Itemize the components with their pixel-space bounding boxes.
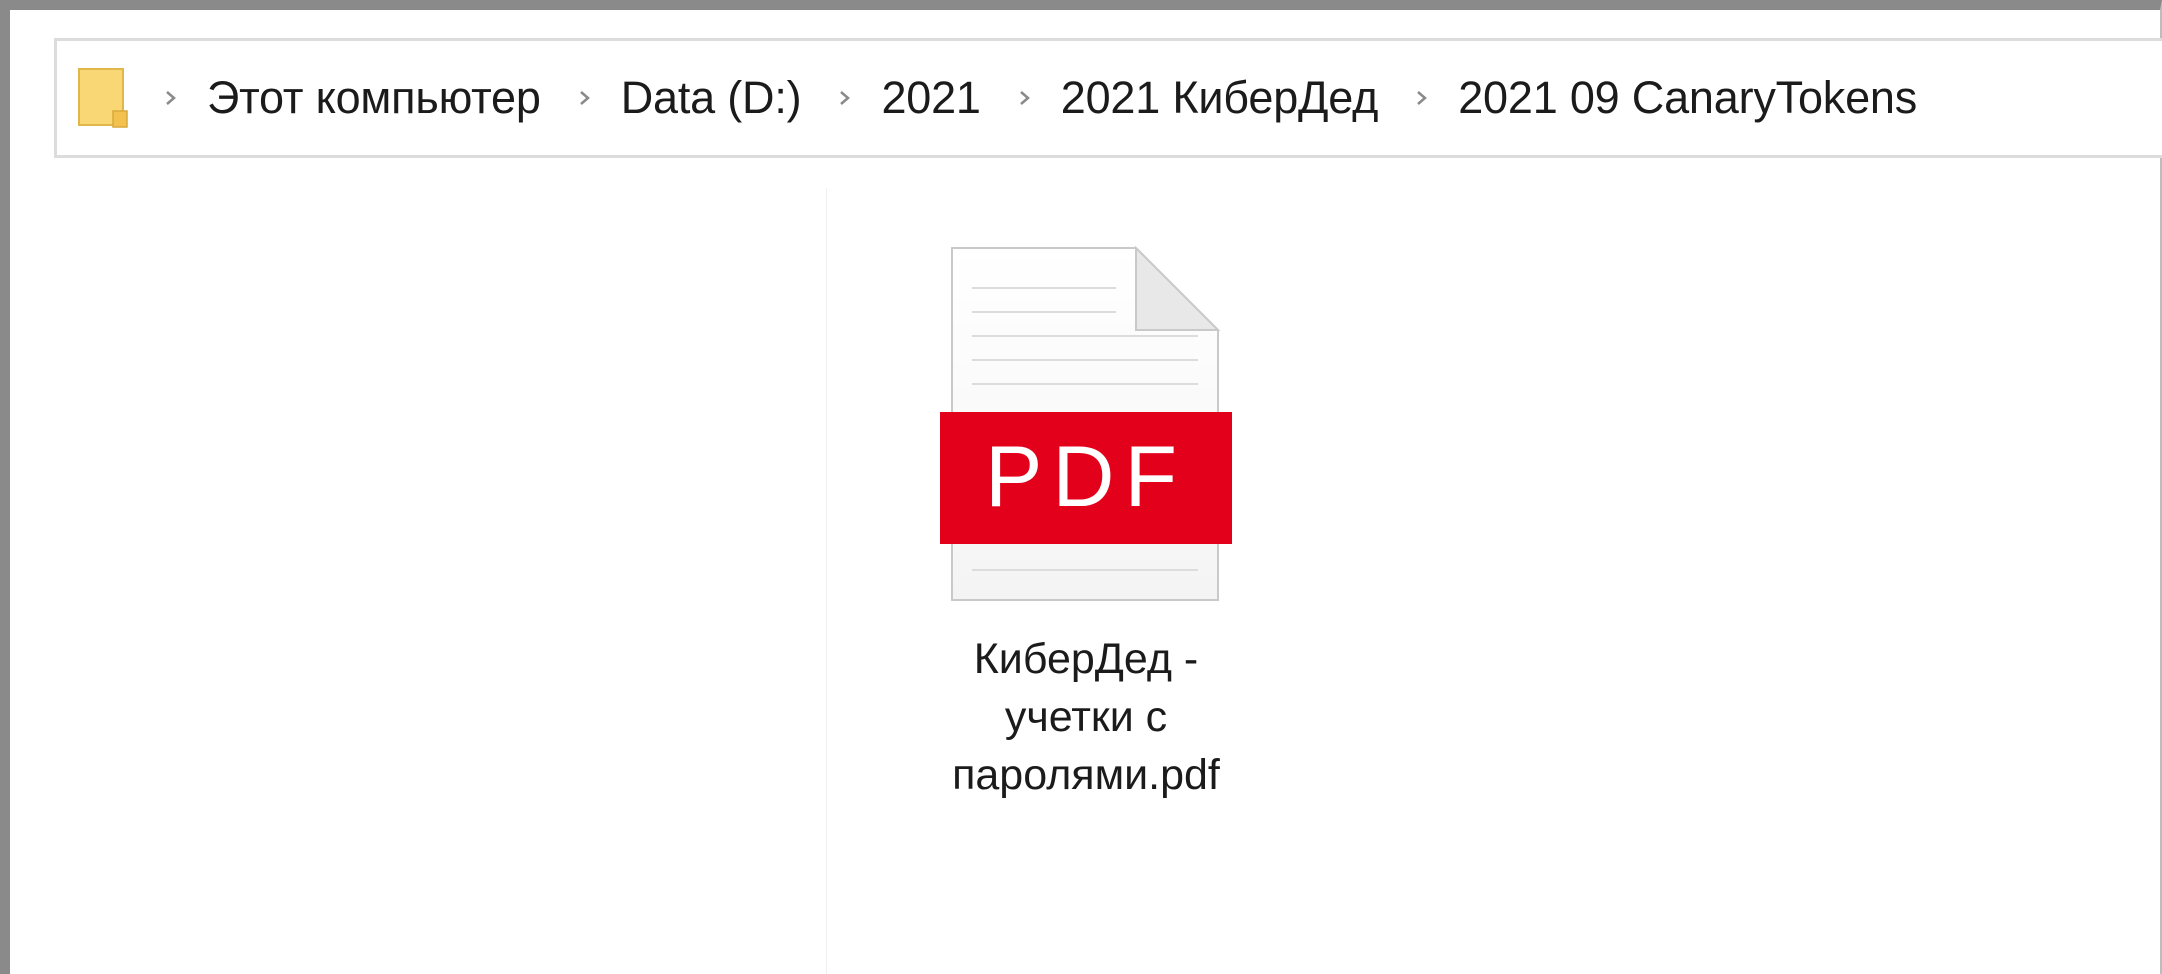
breadcrumb-item-2021[interactable]: 2021 [881,72,981,124]
chevron-right-icon[interactable] [831,84,859,112]
chevron-right-icon[interactable] [1408,84,1436,112]
address-bar[interactable]: Этот компьютер Data (D:) 2021 2021 Кибер… [54,38,2162,158]
file-item[interactable]: PDF КиберДед - учетки с паролями.pdf [916,244,1256,804]
chevron-right-icon[interactable] [571,84,599,112]
folder-icon [78,68,128,128]
chevron-right-icon[interactable] [1011,84,1039,112]
pdf-file-icon: PDF [940,245,1232,601]
file-name-line: паролями.pdf [952,751,1220,799]
file-name-line: КиберДед - [973,635,1199,683]
chevron-right-icon [166,91,176,105]
navigation-pane[interactable] [20,188,827,974]
file-list-pane[interactable]: PDF КиберДед - учетки с паролями.pdf [828,188,2162,974]
breadcrumb-item-2021-kiberded[interactable]: 2021 КиберДед [1061,72,1379,124]
breadcrumb-item-data-drive[interactable]: Data (D:) [621,72,802,124]
file-name-line: учетки с [1004,693,1168,741]
file-name-label[interactable]: КиберДед - учетки с паролями.pdf [916,630,1256,804]
breadcrumb-item-canarytokens[interactable]: 2021 09 CanaryTokens [1458,72,1917,124]
explorer-window: Этот компьютер Data (D:) 2021 2021 Кибер… [0,0,2162,974]
pdf-badge-text: PDF [985,429,1187,525]
breadcrumb-item-this-pc[interactable]: Этот компьютер [207,72,541,124]
